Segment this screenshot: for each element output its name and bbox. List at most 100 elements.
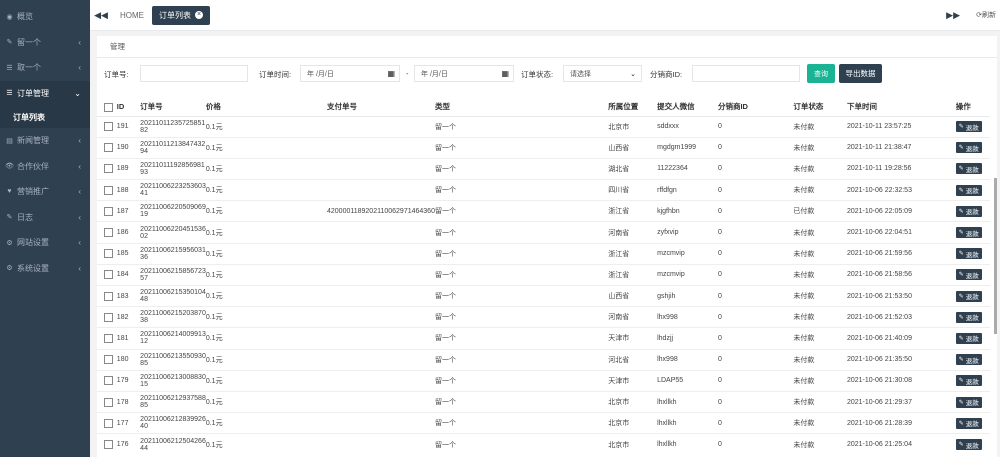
refund-button[interactable]: ✎ 退款 — [955, 290, 982, 302]
cell-select — [97, 157, 117, 180]
tab-manage[interactable]: 管理 — [104, 41, 131, 57]
refund-label: 退款 — [965, 188, 979, 196]
table-cell: 留一个 — [434, 433, 609, 455]
sidebar-item-system-settings[interactable]: ⚙ 系统设置 ‹ — [0, 256, 90, 282]
refund-label: 退款 — [965, 145, 979, 153]
refund-button[interactable]: ✎ 退款 — [955, 417, 982, 429]
table-cell: 2021-10-06 21:53:50 — [846, 284, 956, 307]
row-checkbox[interactable] — [104, 397, 113, 407]
panel-tabs: 管理 — [97, 36, 997, 58]
refund-button[interactable]: ✎ 退款 — [955, 375, 982, 387]
chevron-left-icon: ‹ — [78, 263, 81, 273]
refund-button[interactable]: ✎ 退款 — [955, 184, 982, 196]
table-cell: 0 — [717, 284, 794, 307]
sidebar-item-order[interactable]: ☰ 订单管理 ⌄ — [0, 80, 90, 106]
sidebar-item-partner[interactable]: 👁 合作伙伴 ‹ — [0, 154, 90, 180]
table-cell: 184 — [116, 263, 141, 286]
refund-button[interactable]: ✎ 退款 — [955, 121, 982, 133]
sidebar-item-list[interactable]: ✎ 留一个 ‹ — [0, 30, 90, 56]
calendar-icon[interactable]: ▦ — [501, 69, 509, 78]
tab-order-list[interactable]: 订单列表 × — [152, 5, 210, 25]
row-checkbox[interactable] — [104, 228, 113, 238]
calendar-icon[interactable]: ▦ — [387, 69, 395, 78]
refund-button[interactable]: ✎ 退款 — [955, 163, 982, 175]
row-checkbox[interactable] — [104, 122, 113, 132]
sidebar-item-site-settings[interactable]: ⚙ 网站设置 ‹ — [0, 230, 90, 256]
refund-button[interactable]: ✎ 退款 — [955, 269, 982, 281]
refund-button[interactable]: ✎ 退款 — [955, 439, 982, 451]
row-checkbox[interactable] — [104, 418, 113, 428]
cell-select — [97, 200, 117, 222]
table-cell: lhdzjj — [657, 327, 718, 350]
table-cell — [327, 157, 435, 180]
row-checkbox[interactable] — [104, 143, 113, 153]
edit-icon: ✎ — [958, 378, 964, 385]
select-all-checkbox[interactable] — [104, 102, 113, 112]
order-no-input[interactable] — [140, 65, 248, 82]
start-date-input[interactable]: 年 /月/日 ▦ — [300, 65, 400, 82]
row-checkbox[interactable] — [104, 270, 113, 280]
export-button[interactable]: 导出数据 — [839, 64, 882, 83]
refund-button[interactable]: ✎ 退款 — [955, 205, 982, 217]
row-checkbox[interactable] — [104, 185, 113, 195]
table-cell: 2021-10-06 21:25:04 — [846, 433, 956, 455]
table-cell: 湖北省 — [608, 157, 658, 180]
refund-button[interactable]: ✎ 退款 — [955, 311, 982, 323]
cell-select — [97, 390, 117, 413]
tab-home[interactable]: HOME — [112, 11, 152, 20]
cell-select — [97, 348, 117, 371]
row-checkbox[interactable] — [104, 164, 113, 174]
edit-icon: ✎ — [958, 272, 964, 279]
sidebar-item-list[interactable]: ☰ 取一个 ‹ — [0, 55, 90, 81]
distributor-input[interactable] — [692, 65, 800, 82]
scrollbar[interactable] — [994, 178, 997, 334]
table-cell: 留一个 — [434, 390, 609, 413]
site-settings-icon: ⚙ — [6, 239, 13, 247]
row-checkbox[interactable] — [104, 206, 113, 216]
row-checkbox[interactable] — [104, 249, 113, 259]
end-date-input[interactable]: 年 /月/日 ▦ — [414, 65, 514, 82]
refund-button[interactable]: ✎ 退款 — [955, 396, 982, 408]
refund-button[interactable]: ✎ 退款 — [955, 227, 982, 239]
row-checkbox[interactable] — [104, 440, 113, 450]
table-row: 177 20211006212839926​40 0.1元 留一个 北京市 lhxllkh… — [97, 412, 990, 434]
table-row: 184 20211006215856723​57 0.1元 留一个 浙江省 mzcmvip… — [97, 263, 990, 286]
sidebar-item-dashboard[interactable]: ◉ 概览 — [0, 4, 90, 30]
tab-scroll-left-icon[interactable]: ◀◀ — [90, 10, 112, 21]
cell-actions: ✎ 退款 — [955, 348, 990, 371]
table-cell: 0 — [717, 263, 794, 286]
close-tab-icon[interactable]: × — [195, 11, 203, 19]
date-separator: - — [406, 69, 409, 78]
table-cell: 176 — [116, 433, 141, 455]
header-cell: 所属位置 — [608, 98, 658, 117]
row-checkbox[interactable] — [104, 376, 113, 386]
refund-button[interactable]: ✎ 退款 — [955, 332, 982, 344]
sidebar-item-news[interactable]: ▤ 新闻管理 ‹ — [0, 128, 90, 154]
refund-button[interactable]: ✎ 退款 — [955, 142, 982, 154]
edit-icon: ✎ — [958, 293, 964, 300]
sidebar-subitem-order-list[interactable]: 订单列表 — [0, 106, 90, 128]
order-icon: ☰ — [6, 90, 13, 98]
sidebar-item-log[interactable]: ✎ 日志 ‹ — [0, 205, 90, 231]
sidebar-item-marketing[interactable]: ♥ 营销推广 ‹ — [0, 179, 90, 205]
row-checkbox[interactable] — [104, 355, 113, 365]
table-row: 190 20211011213847432​94 0.1元 留一个 山西省 mgdgm19… — [97, 136, 990, 159]
table-cell: 2021-10-11 23:57:25 — [846, 115, 956, 138]
refresh-button[interactable]: ⟳刷新 — [976, 10, 996, 20]
table-cell: 0.1元 — [205, 221, 327, 244]
tab-scroll-right-icon[interactable]: ▶▶ — [946, 10, 960, 21]
refund-button[interactable]: ✎ 退款 — [955, 248, 982, 260]
header-cell: 操作 — [955, 98, 990, 117]
table-cell: 留一个 — [434, 157, 609, 180]
query-button[interactable]: 查询 — [807, 64, 835, 83]
row-checkbox[interactable] — [104, 312, 113, 322]
table-cell: 0 — [717, 433, 794, 455]
row-checkbox[interactable] — [104, 291, 113, 301]
cell-actions: ✎ 退款 — [955, 242, 990, 265]
table-cell: 0 — [717, 306, 794, 328]
table-cell: lhx998 — [657, 306, 718, 328]
status-select[interactable]: 请选择 ⌄ — [563, 65, 642, 82]
refund-button[interactable]: ✎ 退款 — [955, 354, 982, 366]
table-cell: 河北省 — [608, 348, 658, 371]
row-checkbox[interactable] — [104, 333, 113, 343]
